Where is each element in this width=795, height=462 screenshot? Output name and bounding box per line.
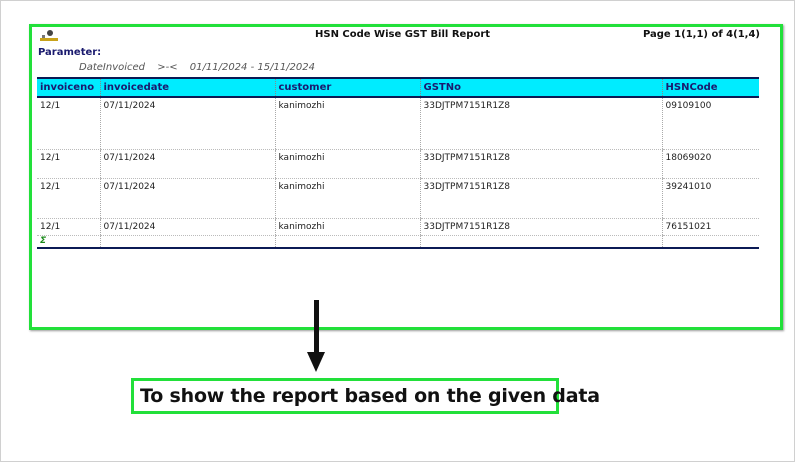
sum-cell (274, 235, 420, 249)
column-header-invoiceno[interactable]: invoiceno (37, 77, 100, 98)
cell-invoiceno: 12/1 (37, 97, 100, 150)
cell-invoiceno: 12/1 (37, 149, 100, 179)
column-header-gstno[interactable]: GSTNo (419, 77, 662, 98)
column-header-invoicedate[interactable]: invoicedate (99, 77, 275, 98)
page-indicator: Page 1(1,1) of 4(1,4) (642, 29, 760, 40)
cell-gstno: 33DJTPM7151R1Z8 (419, 178, 662, 219)
parameter-label: Parameter: (38, 47, 102, 58)
column-header-customer[interactable]: customer (274, 77, 420, 98)
cell-gstno: 33DJTPM7151R1Z8 (419, 149, 662, 179)
app-logo-icon (40, 30, 58, 41)
table-row: 12/1 07/11/2024 kanimozhi 33DJTPM7151R1Z… (37, 218, 759, 236)
cell-invoicedate: 07/11/2024 (99, 218, 275, 236)
cell-invoiceno: 12/1 (37, 218, 100, 236)
parameter-field: DateInvoiced (79, 62, 146, 73)
cell-invoicedate: 07/11/2024 (99, 178, 275, 219)
cell-hsncode: 09109100 (661, 97, 759, 150)
cell-gstno: 33DJTPM7151R1Z8 (419, 218, 662, 236)
report-title: HSN Code Wise GST Bill Report (315, 29, 491, 40)
cell-gstno: 33DJTPM7151R1Z8 (419, 97, 662, 150)
down-arrow-icon (314, 300, 319, 356)
cell-invoicedate: 07/11/2024 (99, 97, 275, 150)
report-table: invoiceno invoicedate customer GSTNo HSN… (37, 77, 759, 249)
sum-cell (99, 235, 275, 249)
annotation-caption-box: To show the report based on the given da… (131, 378, 600, 414)
cell-hsncode: 18069020 (661, 149, 759, 179)
sum-cell: Σ (37, 235, 100, 249)
table-row: 12/1 07/11/2024 kanimozhi 33DJTPM7151R1Z… (37, 97, 759, 150)
cell-hsncode: 76151021 (661, 218, 759, 236)
table-row: 12/1 07/11/2024 kanimozhi 33DJTPM7151R1Z… (37, 149, 759, 179)
cell-customer: kanimozhi (274, 97, 420, 150)
table-header-row: invoiceno invoicedate customer GSTNo HSN… (37, 77, 759, 98)
annotation-caption: To show the report based on the given da… (140, 385, 600, 407)
summary-row: Σ (37, 235, 759, 249)
cell-hsncode: 39241010 (661, 178, 759, 219)
sum-cell (661, 235, 759, 249)
table-row: 12/1 07/11/2024 kanimozhi 33DJTPM7151R1Z… (37, 178, 759, 219)
cell-invoiceno: 12/1 (37, 178, 100, 219)
column-header-hsncode[interactable]: HSNCode (661, 77, 759, 98)
report-highlight-frame: HSN Code Wise GST Bill Report Page 1(1,1… (29, 24, 783, 330)
sum-cell (419, 235, 662, 249)
cell-customer: kanimozhi (274, 149, 420, 179)
cell-customer: kanimozhi (274, 178, 420, 219)
parameter-line: DateInvoiced >-< 01/11/2024 - 15/11/2024 (79, 62, 324, 73)
arrow-head-icon (307, 352, 325, 372)
cell-invoicedate: 07/11/2024 (99, 149, 275, 179)
parameter-operator: >-< (157, 62, 178, 73)
parameter-value: 01/11/2024 - 15/11/2024 (189, 62, 316, 73)
sigma-icon: Σ (40, 235, 47, 246)
cell-customer: kanimozhi (274, 218, 420, 236)
